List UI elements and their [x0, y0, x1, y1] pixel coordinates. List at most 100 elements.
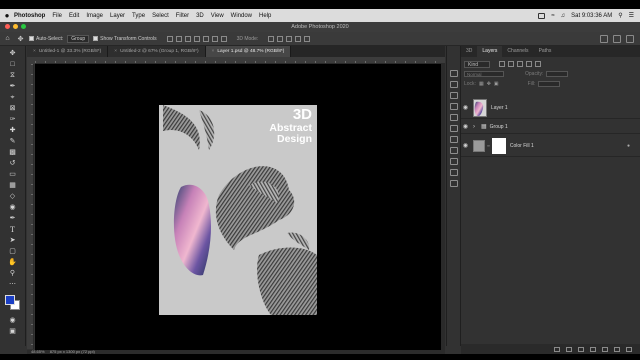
volume-icon[interactable]: ♫	[561, 13, 566, 19]
stamp-tool-icon[interactable]: ▩	[8, 148, 18, 157]
type-tool-icon[interactable]: T	[8, 225, 18, 234]
menu-help[interactable]: Help	[259, 13, 271, 19]
paragraph-panel-icon[interactable]	[449, 147, 458, 154]
menu-window[interactable]: Window	[231, 13, 252, 19]
quick-select-tool-icon[interactable]: ✒	[8, 82, 18, 91]
gradient-tool-icon[interactable]: ▦	[8, 181, 18, 190]
filter-adjustment-icon[interactable]	[508, 61, 514, 67]
character-panel-icon[interactable]	[449, 136, 458, 143]
layer-name[interactable]: Color Fill 1	[510, 143, 534, 149]
align-middle-icon[interactable]	[202, 35, 209, 42]
foreground-color-swatch[interactable]	[4, 295, 15, 305]
zoom-window-button[interactable]	[21, 24, 26, 29]
quick-mask-icon[interactable]: ◉	[8, 316, 18, 325]
3d-slide-icon[interactable]	[295, 35, 302, 42]
marquee-tool-icon[interactable]: □	[8, 60, 18, 69]
lock-all-icon[interactable]: ▣	[494, 81, 499, 87]
control-center-icon[interactable]: ☰	[629, 12, 634, 19]
battery-icon[interactable]	[538, 12, 546, 19]
clock[interactable]: Sat 9:03:36 AM	[571, 13, 612, 19]
close-tab-icon[interactable]: ×	[33, 49, 36, 54]
tab-3d[interactable]: 3D	[461, 46, 477, 57]
align-top-icon[interactable]	[193, 35, 200, 42]
shape-tool-icon[interactable]: ▢	[8, 247, 18, 256]
fill-field[interactable]	[538, 81, 561, 87]
close-tab-icon[interactable]: ×	[114, 49, 117, 54]
layer-style-icon[interactable]	[566, 346, 572, 352]
filter-type-icon[interactable]	[517, 61, 523, 67]
brush-tool-icon[interactable]: ✎	[8, 137, 18, 146]
opacity-field[interactable]	[546, 71, 569, 77]
close-window-button[interactable]	[5, 24, 10, 29]
filter-smart-object-icon[interactable]	[535, 61, 541, 67]
new-group-icon[interactable]	[602, 346, 608, 352]
apple-menu-icon[interactable]: ●	[0, 11, 14, 20]
menu-app-photoshop[interactable]: Photoshop	[14, 13, 45, 19]
align-center-icon[interactable]	[175, 35, 182, 42]
lasso-tool-icon[interactable]: ⧖	[8, 71, 18, 80]
search-icon[interactable]: ⚲	[618, 12, 622, 19]
distribute-icon[interactable]	[220, 35, 227, 42]
adjustments-panel-icon[interactable]	[449, 103, 458, 110]
3d-roll-icon[interactable]	[277, 35, 284, 42]
document-dimensions[interactable]: 875 px x 1300 px (72 ppi)	[50, 349, 95, 354]
actions-panel-icon[interactable]	[449, 169, 458, 176]
menu-type[interactable]: Type	[132, 13, 145, 19]
frame-tool-icon[interactable]: ⊠	[8, 104, 18, 113]
tab-untitled-1[interactable]: × Untitled-1 @ 33.3% (RGB/8*)	[27, 46, 109, 57]
move-tool-icon[interactable]: ✥	[16, 34, 25, 43]
tab-paths[interactable]: Paths	[534, 46, 557, 57]
menu-layer[interactable]: Layer	[110, 13, 125, 19]
history-panel-icon[interactable]	[449, 125, 458, 132]
filter-pixel-icon[interactable]	[499, 61, 505, 67]
home-icon[interactable]: ⌂	[3, 34, 12, 43]
swatches-panel-icon[interactable]	[449, 81, 458, 88]
workspace-icon[interactable]	[613, 34, 621, 43]
3d-pan-icon[interactable]	[286, 35, 293, 42]
healing-tool-icon[interactable]: ✚	[8, 126, 18, 135]
lock-pixels-icon[interactable]: ▦	[479, 81, 484, 87]
menu-file[interactable]: File	[52, 13, 62, 19]
wifi-icon[interactable]: ≈	[551, 13, 554, 19]
history-brush-icon[interactable]: ↺	[8, 159, 18, 168]
align-bottom-icon[interactable]	[211, 35, 218, 42]
crop-tool-icon[interactable]: ⌖	[8, 93, 18, 102]
info-panel-icon[interactable]	[449, 180, 458, 187]
link-layers-icon[interactable]	[554, 346, 560, 352]
chevron-right-icon[interactable]: ›	[473, 124, 475, 130]
more-tools-icon[interactable]: ⋯	[8, 280, 18, 289]
horizontal-ruler[interactable]	[35, 57, 445, 64]
blend-mode-dropdown[interactable]: Normal	[464, 71, 504, 77]
show-transform-checkbox[interactable]: Show Transform Controls	[93, 36, 157, 42]
align-left-icon[interactable]	[166, 35, 173, 42]
3d-orbit-icon[interactable]	[268, 35, 275, 42]
new-layer-icon[interactable]	[614, 346, 620, 352]
color-swatches[interactable]	[3, 294, 23, 312]
properties-panel-icon[interactable]	[449, 92, 458, 99]
screen-mode-icon[interactable]: ▣	[8, 327, 18, 336]
layer-row-layer-1[interactable]: ◉ Layer 1	[461, 97, 640, 119]
tab-untitled-2[interactable]: × Untitled-2 @ 67% (Group 1, RGB/8*)	[108, 46, 206, 57]
auto-select-checkbox[interactable]: Auto-Select:	[29, 36, 63, 42]
layer-name[interactable]: Layer 1	[491, 105, 508, 111]
menu-3d[interactable]: 3D	[196, 13, 204, 19]
libraries-panel-icon[interactable]	[449, 114, 458, 121]
lock-position-icon[interactable]: ✥	[487, 81, 491, 87]
add-mask-icon[interactable]	[578, 346, 584, 352]
menu-view[interactable]: View	[211, 13, 224, 19]
canvas-area[interactable]: 3D Abstract Design	[35, 64, 441, 350]
layer-row-color-fill-1[interactable]: ◉ ∞ Color Fill 1 ●	[461, 135, 640, 157]
canvas-scrollbar[interactable]	[441, 64, 445, 350]
blur-tool-icon[interactable]: ◇	[8, 192, 18, 201]
tab-layer-1[interactable]: × Layer 1.psd @ 48.7% (RGB/8*)	[205, 46, 292, 57]
hand-tool-icon[interactable]: ✋	[8, 258, 18, 267]
search-panel-icon[interactable]	[600, 34, 608, 43]
new-adjustment-icon[interactable]	[590, 346, 596, 352]
visibility-eye-icon[interactable]: ◉	[461, 142, 470, 149]
menu-select[interactable]: Select	[152, 13, 169, 19]
brush-panel-icon[interactable]	[449, 158, 458, 165]
eyedropper-tool-icon[interactable]: ✑	[8, 115, 18, 124]
tab-layers[interactable]: Layers	[477, 46, 503, 57]
path-select-tool-icon[interactable]: ➤	[8, 236, 18, 245]
menu-image[interactable]: Image	[86, 13, 103, 19]
